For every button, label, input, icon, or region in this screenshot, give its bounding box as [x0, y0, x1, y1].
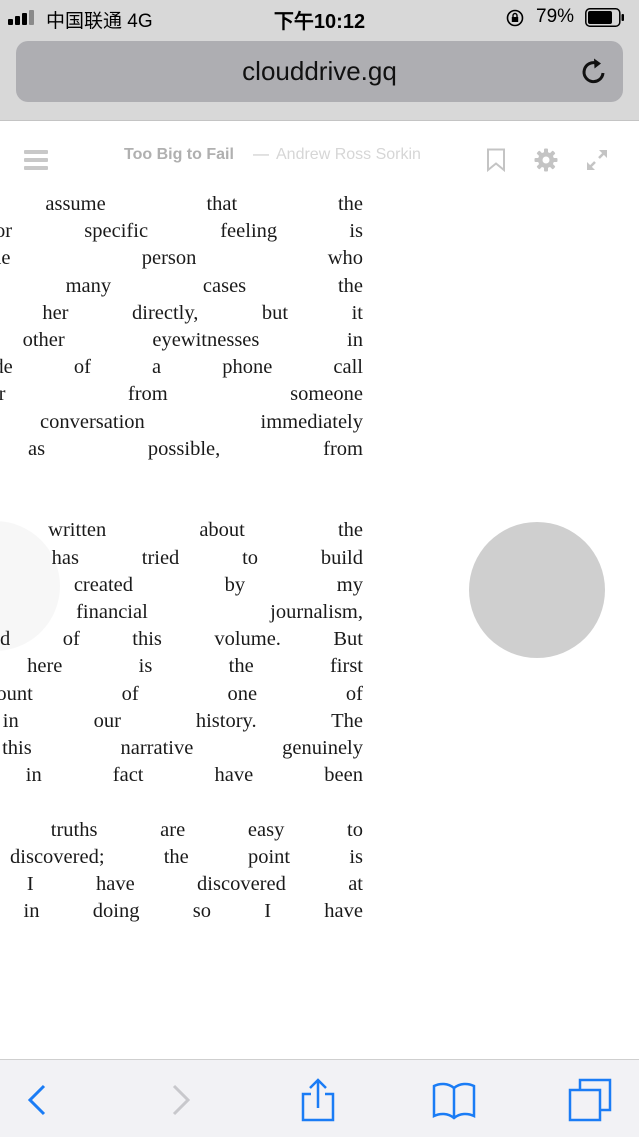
battery-icon: [585, 8, 624, 27]
text-line: ıitous times in our history. The: [0, 709, 363, 732]
title-separator: —: [253, 146, 269, 163]
text-line: m.” I hope I have discovered at: [0, 873, 363, 895]
book-title: Too Big to Fail: [124, 146, 234, 163]
text-line: already been written about the: [0, 519, 363, 542]
text-line: from him or her directly, but it: [0, 301, 363, 324]
fullscreen-icon[interactable]: [585, 148, 609, 172]
text-line: ite at the end of this volume. But: [0, 628, 363, 651]
text-line: should not assume that the: [0, 193, 363, 215]
text-line: ıe economic abyss.: [0, 789, 363, 816]
url-text[interactable]: clouddrive.gq: [16, 56, 623, 87]
text-line: information. In many cases the: [0, 274, 363, 297]
text-line: the opposite side of a phone call: [0, 356, 363, 379]
browser-toolbar: [0, 1059, 639, 1137]
rotation-lock-icon: [506, 9, 524, 27]
next-page-touch-indicator[interactable]: [469, 522, 605, 658]
text-line: :agues in financial journalism,: [0, 601, 363, 623]
text-line: on the conversation immediately: [0, 410, 363, 433]
text-line: [0, 490, 363, 517]
book-author: Andrew Ross Sorkin: [276, 146, 421, 163]
address-bar-area: clouddrive.gq: [0, 36, 639, 121]
tabs-icon[interactable]: [568, 1078, 612, 1122]
text-line: us notes or other written: [0, 463, 363, 490]
text-line: ilei said, “All truths are easy to: [0, 818, 363, 841]
text-line: and this book has tried to build: [0, 546, 363, 569]
text-line: ıordinary record created by my: [0, 573, 363, 596]
gear-icon[interactable]: [534, 148, 558, 172]
bookmark-icon[interactable]: [486, 148, 506, 172]
text-line: se dialogue or specific feeling is: [0, 220, 363, 243]
text-line: nt-by-moment account of one of: [0, 682, 363, 705]
text-line: vere—and may in fact have been: [0, 764, 363, 787]
text-line: have provided here is the first: [0, 655, 363, 678]
forward-arrow-icon[interactable]: [158, 1078, 202, 1122]
address-bar[interactable]: clouddrive.gq: [16, 41, 623, 102]
text-line: hem, and that in doing so I have: [0, 900, 363, 923]
bookmarks-icon[interactable]: [432, 1078, 476, 1122]
text-line: come from other eyewitnesses in: [0, 329, 363, 351]
page-text: should not assume that the se dialogue or…: [0, 191, 363, 1059]
reader-toolbar: Too Big to Fail — Andrew Ross Sorkin: [0, 121, 639, 191]
text-line: necessarily the person who: [0, 247, 363, 270]
text-line: as often as possible, from: [0, 437, 363, 460]
text-line: :akerphone), or from someone: [0, 383, 363, 406]
back-arrow-icon[interactable]: [16, 1078, 60, 1122]
status-bar: 中国联通 4G 下午10:12 79%: [0, 0, 639, 36]
share-icon[interactable]: [296, 1078, 340, 1122]
battery-percent: 79%: [536, 6, 575, 27]
text-line: ɔ propel this narrative genuinely: [0, 737, 363, 759]
text-line: e they are discovered; the point is: [0, 845, 363, 868]
reader-page: should not assume that the se dialogue or…: [0, 191, 639, 1059]
reload-icon[interactable]: [579, 57, 609, 87]
menu-icon[interactable]: [24, 150, 48, 170]
